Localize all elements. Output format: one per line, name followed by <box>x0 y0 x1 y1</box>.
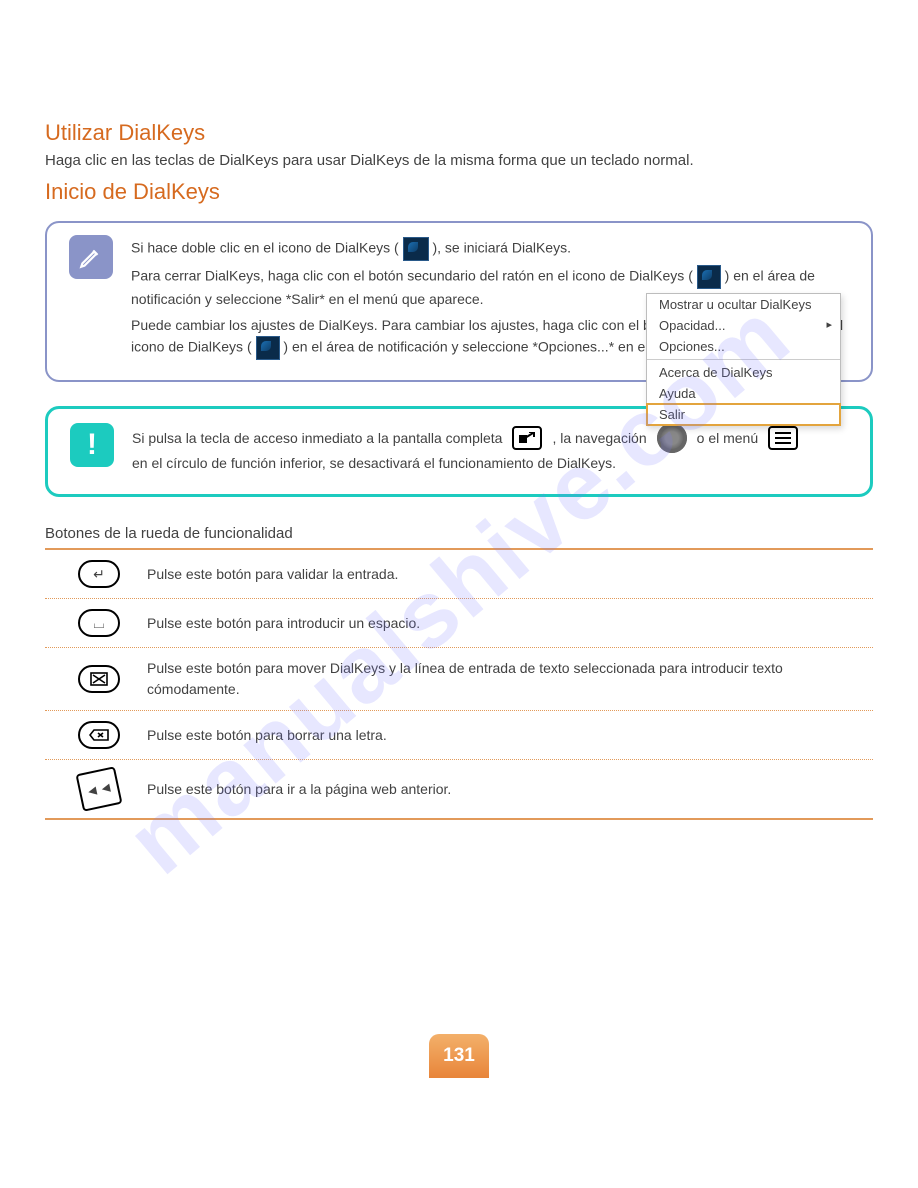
navigation-gear-icon <box>657 423 687 453</box>
dialkeys-tray-icon-2 <box>256 336 280 360</box>
menu-lines-icon <box>768 426 798 450</box>
table-row: ◄◄ Pulse este botón para ir a la página … <box>45 759 873 820</box>
backspace-key-icon <box>78 721 120 749</box>
section-title-1: Utilizar DialKeys <box>45 120 873 146</box>
space-key-icon: ⌴ <box>78 609 120 637</box>
menu-item-toggle[interactable]: Mostrar u ocultar DialKeys <box>647 294 840 315</box>
pencil-icon <box>69 235 113 279</box>
note-text-1a: Si hace doble clic en el icono de DialKe… <box>131 240 399 256</box>
note-text-2a: Para cerrar DialKeys, haga clic con el b… <box>131 268 693 284</box>
alert-text-1c: o el menú <box>697 428 758 449</box>
section-title-2: Inicio de DialKeys <box>45 179 873 205</box>
page-back-icon: ◄◄ <box>75 767 122 812</box>
table-row: Pulse este botón para borrar una letra. <box>45 710 873 759</box>
row-desc: Pulse este botón para validar la entrada… <box>135 564 873 585</box>
dialkeys-tray-icon <box>697 265 721 289</box>
menu-separator <box>647 359 840 360</box>
dialkeys-desktop-icon <box>403 237 429 261</box>
fullscreen-icon <box>512 426 542 450</box>
menu-item-about[interactable]: Acerca de DialKeys <box>647 362 840 383</box>
table-title: Botones de la rueda de funcionalidad <box>45 525 873 542</box>
menu-item-exit[interactable]: Salir <box>646 403 841 426</box>
context-menu: Mostrar u ocultar DialKeys Opacidad... O… <box>646 293 841 426</box>
intro-line: Haga clic en las teclas de DialKeys para… <box>45 152 873 169</box>
row-desc: Pulse este botón para ir a la página web… <box>135 779 873 800</box>
menu-item-options[interactable]: Opciones... <box>647 336 840 357</box>
page-number: 131 <box>429 1034 489 1078</box>
alert-text-1a: Si pulsa la tecla de acceso inmediato a … <box>132 428 502 449</box>
alert-text-2: en el círculo de función inferior, se de… <box>132 453 848 474</box>
note-card: Si hace doble clic en el icono de DialKe… <box>45 221 873 382</box>
row-desc: Pulse este botón para borrar una letra. <box>135 725 873 746</box>
menu-item-opacity[interactable]: Opacidad... <box>647 315 840 336</box>
note-text-1b: ), se iniciará DialKeys. <box>432 240 571 256</box>
row-desc: Pulse este botón para mover DialKeys y l… <box>135 658 873 700</box>
menu-item-help[interactable]: Ayuda <box>647 383 840 404</box>
exclamation-icon: ! <box>70 423 114 467</box>
table-row: ⌴ Pulse este botón para introducir un es… <box>45 598 873 647</box>
alert-text-1b: , la navegación <box>552 428 646 449</box>
function-wheel-table: ↵ Pulse este botón para validar la entra… <box>45 548 873 820</box>
enter-key-icon: ↵ <box>78 560 120 588</box>
move-window-icon <box>78 665 120 693</box>
table-row: ↵ Pulse este botón para validar la entra… <box>45 548 873 598</box>
row-desc: Pulse este botón para introducir un espa… <box>135 613 873 634</box>
table-row: Pulse este botón para mover DialKeys y l… <box>45 647 873 710</box>
